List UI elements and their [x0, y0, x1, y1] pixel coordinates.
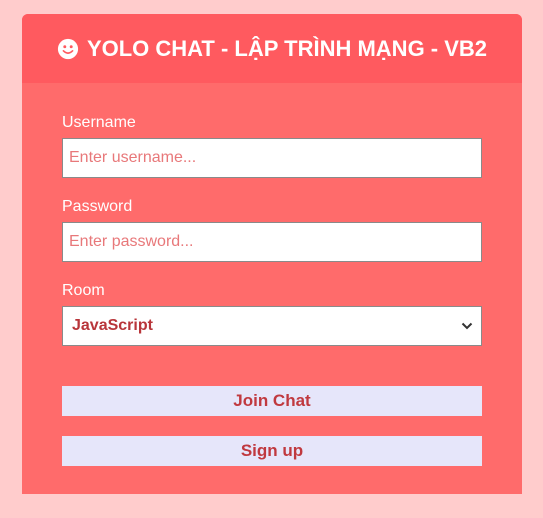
username-group: Username: [62, 114, 482, 178]
room-select-value: JavaScript: [72, 317, 153, 334]
chevron-down-icon: [461, 322, 473, 330]
room-label: Room: [62, 282, 105, 299]
password-input[interactable]: [62, 222, 482, 262]
room-group: Room JavaScript: [62, 282, 482, 346]
join-chat-button[interactable]: Join Chat: [62, 386, 482, 416]
join-form: Username Password Room JavaScript Join C…: [62, 114, 482, 466]
username-input[interactable]: [62, 138, 482, 178]
login-card: YOLO CHAT - LẬP TRÌNH MẠNG - VB2 Usernam…: [22, 14, 522, 494]
password-group: Password: [62, 198, 482, 262]
app-title: YOLO CHAT - LẬP TRÌNH MẠNG - VB2: [86, 35, 488, 61]
username-label: Username: [62, 114, 136, 131]
password-label: Password: [62, 198, 133, 215]
sign-up-button[interactable]: Sign up: [62, 436, 482, 466]
smile-icon: [57, 38, 79, 59]
card-header: YOLO CHAT - LẬP TRÌNH MẠNG - VB2: [22, 14, 522, 83]
room-select[interactable]: JavaScript: [62, 306, 482, 346]
